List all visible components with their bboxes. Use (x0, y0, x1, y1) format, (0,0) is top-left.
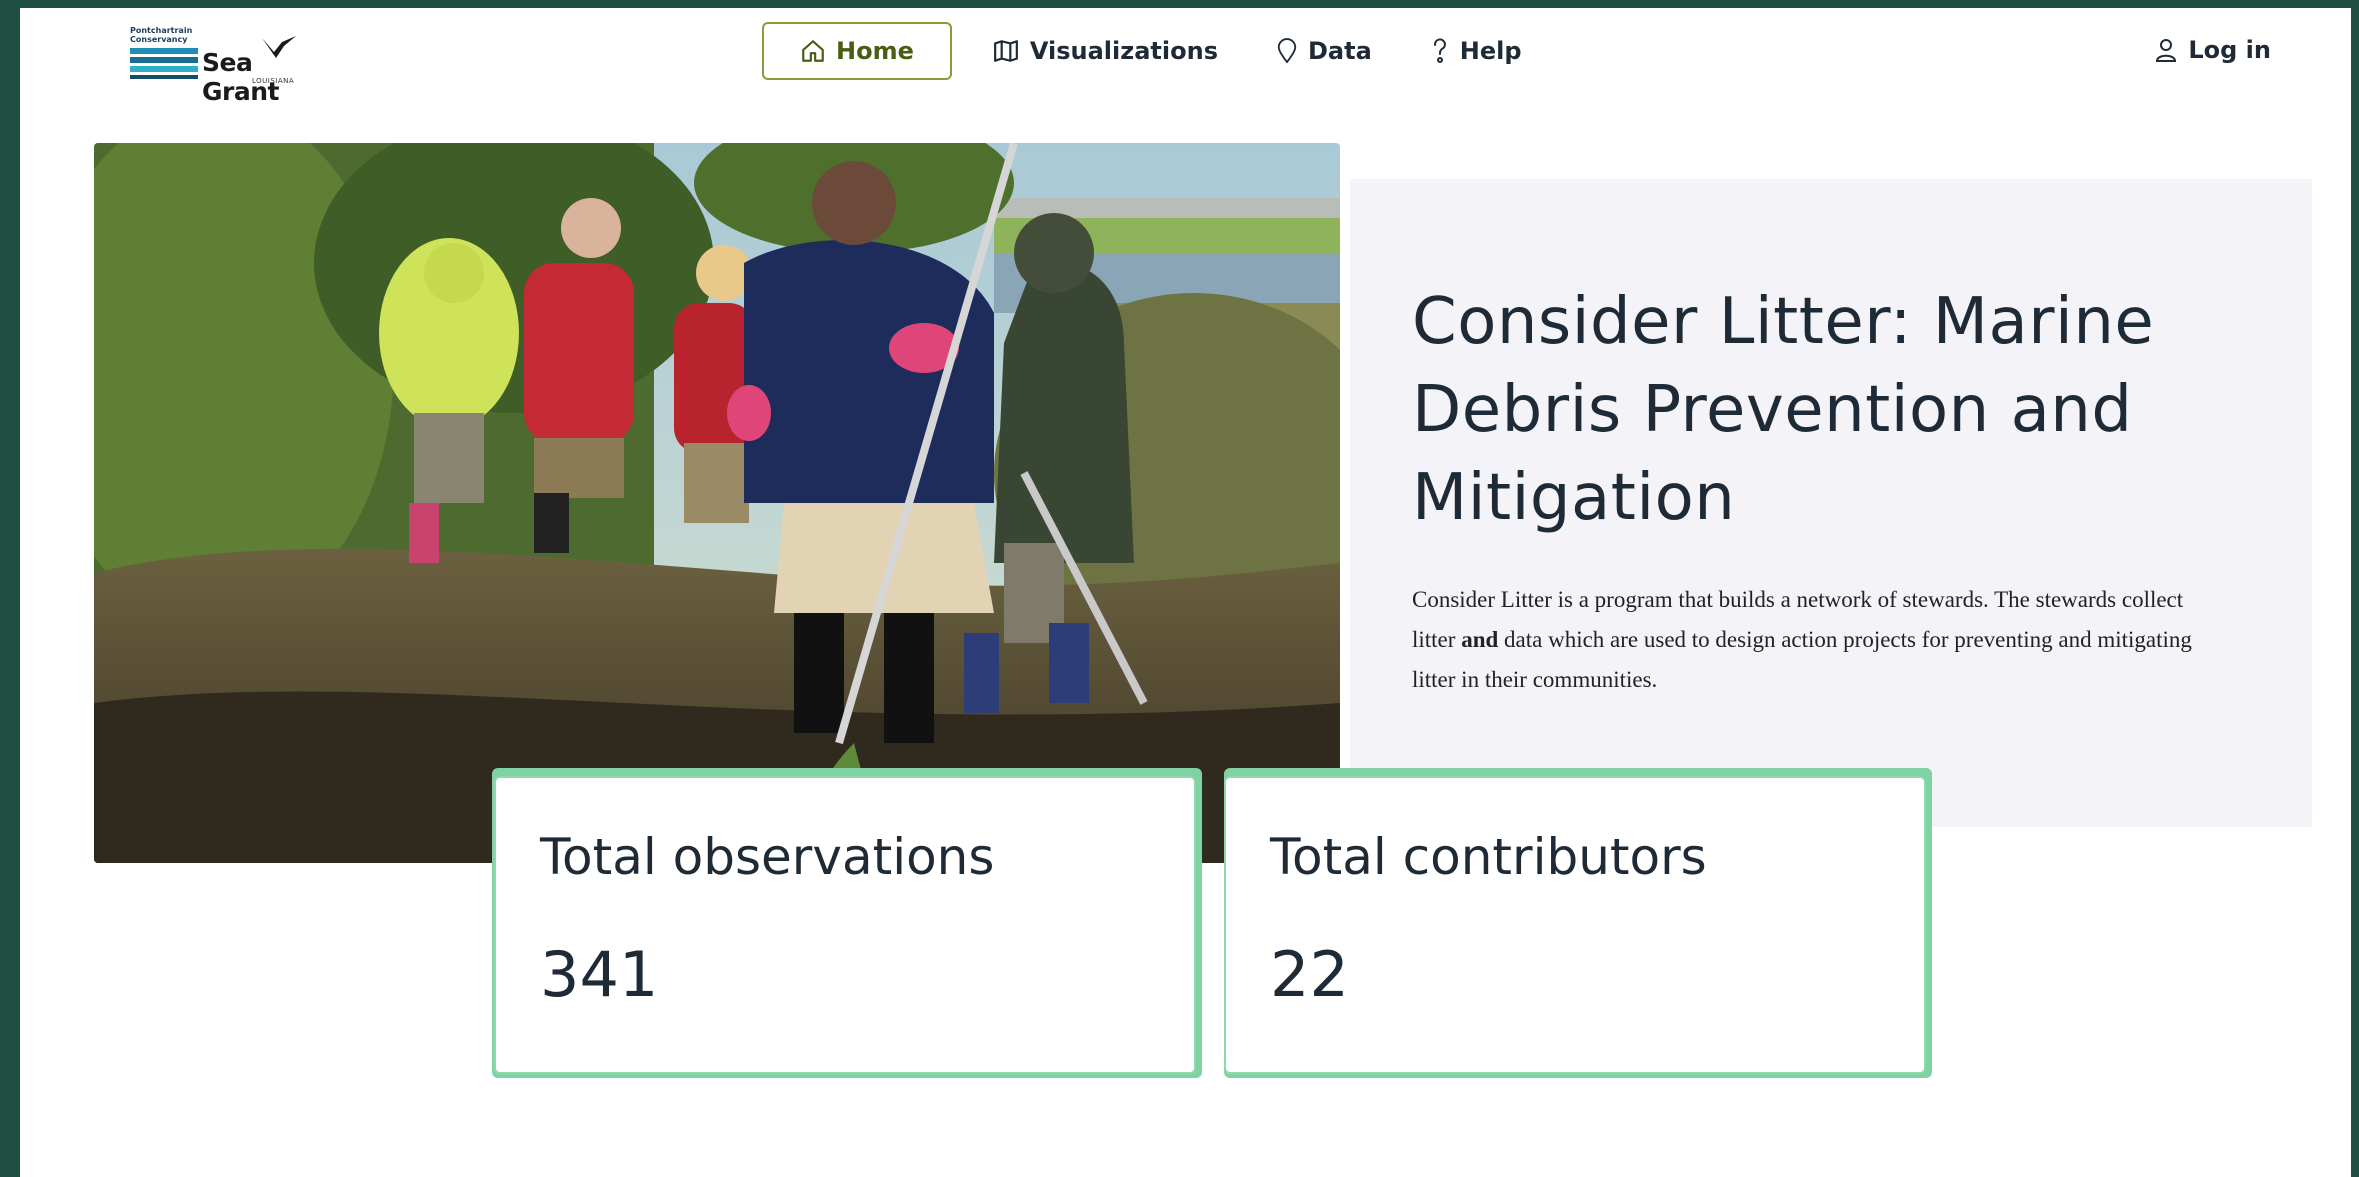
hero-description: Consider Litter is a program that builds… (1412, 580, 2212, 700)
map-pin-icon (1277, 38, 1297, 64)
nav-visualizations[interactable]: Visualizations (974, 22, 1236, 80)
help-icon (1433, 38, 1446, 63)
logo-state-text: LOUISIANA (252, 77, 295, 85)
observations-label: Total observations (540, 828, 995, 886)
hero-photo-illustration (94, 143, 1340, 863)
top-navigation: Pontchartrain Conservancy Sea Grant LOUI… (20, 8, 2351, 108)
logo-org-text: Pontchartrain Conservancy (130, 26, 193, 44)
nav-visualizations-label: Visualizations (1029, 37, 1218, 65)
contributors-card: Total contributors 22 (1224, 776, 1926, 1074)
hero-description-bold: and (1461, 627, 1499, 652)
nav-help-label: Help (1459, 37, 1522, 65)
nav-home-label: Home (836, 37, 914, 65)
sea-grant-logo[interactable]: Pontchartrain Conservancy Sea Grant LOUI… (130, 26, 330, 106)
nav-home[interactable]: Home (762, 22, 952, 80)
nav-links: Home Visualizations Data Help (762, 20, 1562, 82)
nav-data[interactable]: Data (1258, 22, 1390, 80)
user-icon (2156, 39, 2177, 62)
observations-card: Total observations 341 (494, 776, 1196, 1074)
login-button[interactable]: Log in (2154, 20, 2271, 80)
hero-description-part2: data which are used to design action pro… (1412, 627, 2192, 692)
waves-icon (130, 48, 198, 79)
observations-value: 341 (540, 938, 659, 1011)
map-icon (993, 40, 1018, 62)
page: Pontchartrain Conservancy Sea Grant LOUI… (20, 8, 2351, 1177)
nav-data-label: Data (1307, 37, 1372, 65)
hero-title: Consider Litter: Marine Debris Preventio… (1412, 285, 2155, 535)
nav-help[interactable]: Help (1412, 22, 1540, 80)
contributors-label: Total contributors (1270, 828, 1707, 886)
hero-photo (94, 143, 1340, 863)
home-icon (802, 40, 824, 62)
contributors-value: 22 (1270, 938, 1349, 1011)
login-label: Log in (2188, 36, 2271, 64)
